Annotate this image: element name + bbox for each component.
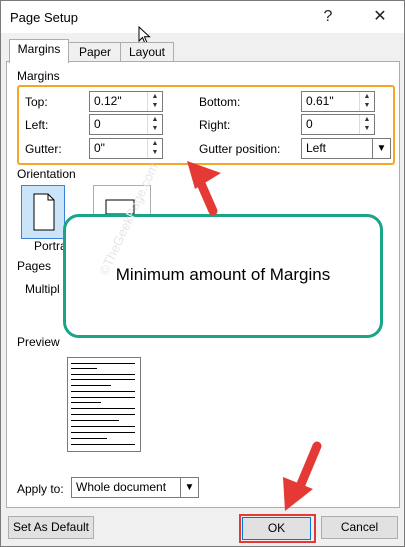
red-arrow-up-icon [187, 161, 221, 216]
tab-margins[interactable]: Margins [9, 39, 69, 63]
red-arrow-down-icon [283, 441, 322, 511]
page-setup-dialog: Page Setup ? ✕ Margins Paper Layout Marg… [0, 0, 405, 547]
annotation-arrows [187, 161, 322, 511]
